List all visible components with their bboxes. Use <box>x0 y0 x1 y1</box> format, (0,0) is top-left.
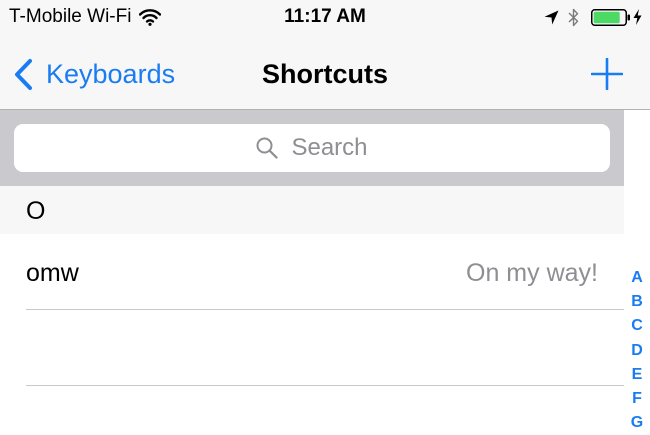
charging-bolt-icon <box>633 9 642 25</box>
navigation-bar: Keyboards Shortcuts <box>0 36 650 110</box>
shortcut-text: omw <box>26 259 79 287</box>
search-bar: Search <box>0 110 624 186</box>
battery-icon <box>591 8 630 26</box>
plus-icon[interactable] <box>591 58 623 90</box>
section-header: O <box>0 186 624 234</box>
index-letter-d[interactable]: D <box>624 339 650 363</box>
search-placeholder: Search <box>291 134 368 161</box>
shortcut-list: omw On my way! <box>0 234 624 386</box>
index-letter-g[interactable]: G <box>624 411 650 435</box>
index-letter-e[interactable]: E <box>624 363 650 387</box>
empty-row <box>0 310 624 386</box>
index-letter-b[interactable]: B <box>624 290 650 314</box>
index-letter-f[interactable]: F <box>624 387 650 411</box>
index-letter-c[interactable]: C <box>624 314 650 338</box>
status-bar: T-Mobile Wi-Fi 11:17 AM <box>0 0 650 36</box>
status-icons <box>544 6 642 28</box>
section-index[interactable]: A B C D E F G <box>624 266 650 435</box>
row-divider <box>26 385 624 386</box>
phrase-text: On my way! <box>466 259 598 287</box>
search-input[interactable]: Search <box>14 124 610 172</box>
bluetooth-icon <box>568 8 579 26</box>
section-header-letter: O <box>26 197 46 225</box>
search-icon <box>256 137 279 159</box>
page-title: Shortcuts <box>261 59 388 89</box>
index-letter-a[interactable]: A <box>624 266 650 290</box>
location-arrow-icon <box>544 10 559 24</box>
shortcut-row[interactable]: omw On my way! <box>0 234 624 310</box>
